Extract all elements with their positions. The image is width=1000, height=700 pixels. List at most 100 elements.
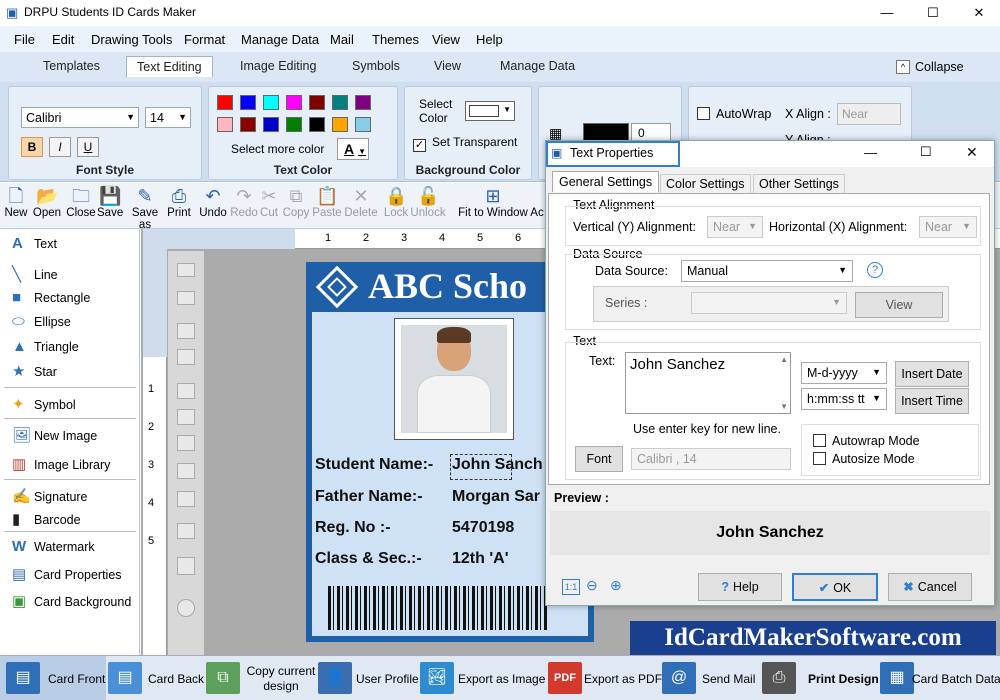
ok-button[interactable]: ✔ OK (792, 573, 878, 601)
card-batch-data-button[interactable]: ▦ Card Batch Data (880, 662, 1000, 696)
dialog-close-button[interactable]: ✕ (966, 144, 978, 161)
scroll-down-icon[interactable]: ▼ (780, 402, 788, 411)
zoom-in-icon[interactable]: ⊕ (610, 577, 622, 594)
move-icon[interactable] (177, 557, 195, 575)
color-swatch[interactable] (240, 117, 256, 132)
card-back-button[interactable]: ▤ Card Back (108, 662, 204, 696)
data-source-combo[interactable]: Manual ▼ (681, 260, 853, 282)
print-button[interactable]: ⎙ Print (165, 185, 193, 219)
reg-no-label[interactable]: Reg. No :- (315, 519, 391, 537)
menu-manage-data[interactable]: Manage Data (241, 32, 319, 47)
color-swatch[interactable] (263, 117, 279, 132)
close-button[interactable]: ✕ (956, 0, 1000, 26)
paste-button[interactable]: 📋 Paste (311, 185, 343, 219)
send-mail-button[interactable]: @ Send Mail (662, 662, 758, 696)
tab-image-editing[interactable]: Image Editing (240, 59, 316, 73)
actual-size-zoom-button[interactable]: 1:1 (562, 579, 580, 595)
copy-button[interactable]: ⧉ Copy (282, 185, 310, 219)
color-swatch[interactable] (240, 95, 256, 110)
tool-star[interactable]: ★ Star (12, 362, 57, 380)
barcode[interactable] (328, 586, 548, 630)
export-pdf-button[interactable]: PDF Export as PDF (548, 662, 662, 696)
user-profile-button[interactable]: 👤 User Profile (318, 662, 419, 696)
actual-size-button[interactable]: □Ac (528, 185, 546, 219)
menu-edit[interactable]: Edit (52, 32, 74, 47)
tool-line[interactable]: ╲ Line (12, 265, 58, 283)
color-swatch[interactable] (355, 117, 371, 132)
color-swatch[interactable] (332, 117, 348, 132)
font-button[interactable]: Font (575, 446, 623, 472)
menu-help[interactable]: Help (476, 32, 503, 47)
cut-button[interactable]: ✂ Cut (258, 185, 280, 219)
collapse-icon[interactable]: ^ (896, 60, 910, 74)
bring-front-icon[interactable] (177, 383, 195, 399)
tool-card-properties[interactable]: ▤ Card Properties (12, 565, 122, 583)
tab-templates[interactable]: Templates (43, 59, 100, 73)
select-more-color[interactable]: Select more color (231, 142, 324, 156)
tool-image-library[interactable]: ▥ Image Library (12, 455, 110, 473)
unlock-icon[interactable] (177, 349, 195, 365)
tab-manage-data[interactable]: Manage Data (500, 59, 575, 73)
tool-triangle[interactable]: ▲ Triangle (12, 338, 79, 355)
menu-mail[interactable]: Mail (330, 32, 354, 47)
menu-format[interactable]: Format (184, 32, 225, 47)
cancel-button[interactable]: ✖ Cancel (888, 573, 972, 601)
date-format-combo[interactable]: M-d-yyyy ▼ (801, 362, 887, 384)
dialog-maximize-button[interactable]: ☐ (920, 144, 932, 160)
menu-themes[interactable]: Themes (372, 32, 419, 47)
class-value[interactable]: 12th 'A' (452, 550, 509, 568)
color-swatch[interactable] (286, 117, 302, 132)
collapse-label[interactable]: Collapse (915, 60, 964, 74)
tool-ellipse[interactable]: ⬭ Ellipse (12, 313, 71, 330)
send-back-icon[interactable] (177, 409, 195, 425)
ungroup-icon[interactable] (177, 291, 195, 305)
school-name[interactable]: ABC Scho (368, 265, 527, 307)
dialog-minimize-button[interactable]: — (864, 145, 877, 160)
tab-other-settings[interactable]: Other Settings (753, 174, 845, 193)
insert-time-button[interactable]: Insert Time (895, 388, 969, 414)
autosize-mode-checkbox[interactable]: Autosize Mode (813, 452, 915, 466)
open-button[interactable]: 📂 Open (31, 185, 63, 219)
view-button[interactable]: View (855, 292, 943, 318)
student-photo[interactable] (394, 318, 514, 440)
card-front-button[interactable]: ▤ Card Front (6, 662, 106, 696)
font-color-button[interactable]: A ▼ (337, 138, 369, 160)
delete-button[interactable]: ✕ Delete (344, 185, 378, 219)
bold-button[interactable]: B (21, 137, 43, 157)
zoom-out-icon[interactable]: ⊖ (586, 577, 598, 594)
underline-button[interactable]: U (77, 137, 99, 157)
tab-view[interactable]: View (434, 59, 461, 73)
x-align-combo[interactable]: Near (837, 103, 901, 125)
new-button[interactable]: 🗋 New (3, 185, 29, 219)
student-name-label[interactable]: Student Name:- (315, 456, 433, 474)
unlock-button[interactable]: 🔓 Unlock (410, 185, 446, 219)
save-button[interactable]: 💾 Save (97, 185, 123, 219)
text-input[interactable]: John Sanchez ▲ ▼ (625, 352, 791, 414)
align-bottom-icon[interactable] (177, 491, 195, 507)
redo-button[interactable]: ↷ Redo (229, 185, 259, 219)
save-as-button[interactable]: ✎ Save as (125, 185, 165, 231)
lock-button[interactable]: 🔒 Lock (382, 185, 410, 219)
reg-no-value[interactable]: 5470198 (452, 519, 514, 537)
lock-icon[interactable] (177, 323, 195, 339)
horizontal-alignment-combo[interactable]: Near ▼ (919, 216, 977, 238)
color-swatch[interactable] (309, 117, 325, 132)
export-image-button[interactable]: 🏞 Export as Image (420, 662, 545, 696)
tool-symbol[interactable]: ✦ Symbol (12, 395, 76, 413)
fit-to-window-button[interactable]: ⊞ Fit to Window (452, 185, 534, 219)
father-name-value[interactable]: Morgan Sar (452, 488, 540, 506)
zoom-icon[interactable] (177, 599, 195, 617)
vertical-alignment-combo[interactable]: Near ▼ (707, 216, 763, 238)
font-family-combo[interactable]: Calibri ▼ (21, 107, 139, 128)
class-label[interactable]: Class & Sec.:- (315, 550, 422, 568)
color-swatch[interactable] (263, 95, 279, 110)
copy-design-button[interactable]: ⧉ Copy current design (206, 662, 316, 696)
background-color-button[interactable]: ▼ (465, 101, 515, 121)
scroll-up-icon[interactable]: ▲ (780, 355, 788, 364)
father-name-label[interactable]: Father Name:- (315, 488, 423, 506)
print-design-button[interactable]: ⎙ Print Design (762, 662, 879, 696)
italic-button[interactable]: I (49, 137, 71, 157)
tool-signature[interactable]: ✍ Signature (12, 487, 88, 505)
tab-general-settings[interactable]: General Settings (552, 171, 660, 192)
help-button[interactable]: ? Help (698, 573, 782, 601)
